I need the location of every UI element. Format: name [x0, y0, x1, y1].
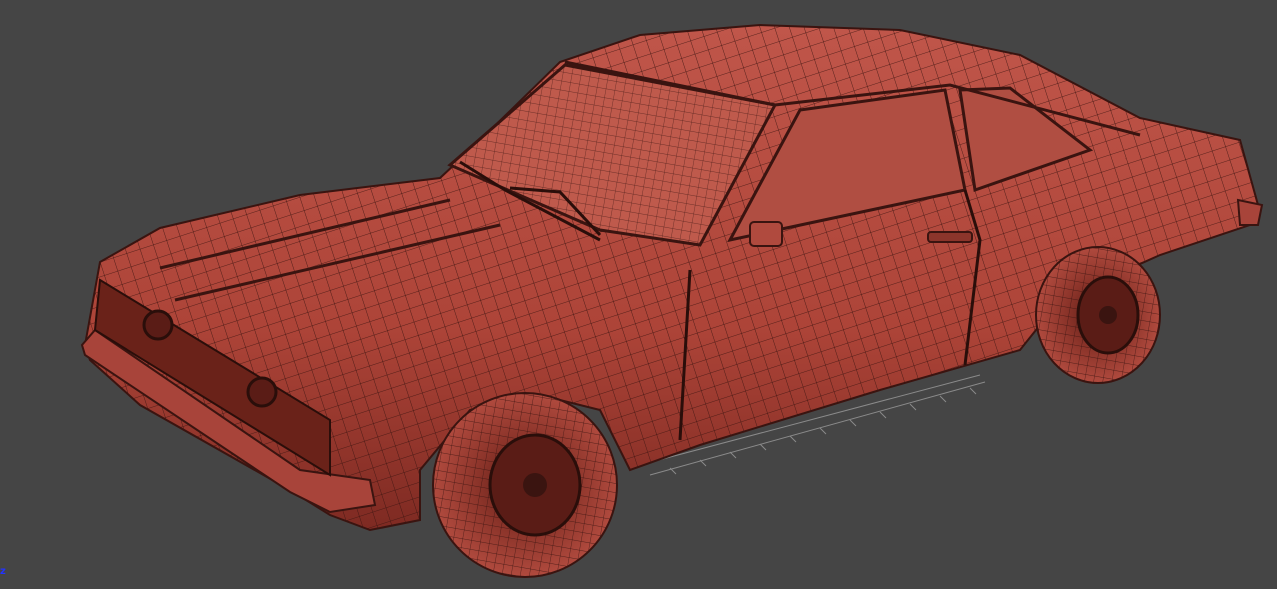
- rear-bumper: [1236, 198, 1264, 226]
- car-model-render[interactable]: [0, 0, 1277, 589]
- axis-gizmo: z: [0, 566, 20, 586]
- headlight-left: [142, 309, 174, 341]
- rear-wheel: [1035, 246, 1161, 384]
- 3d-viewport[interactable]: z: [0, 0, 1277, 589]
- side-mirror: [749, 221, 783, 247]
- door-handle: [927, 231, 973, 243]
- front-wheel: [432, 392, 618, 578]
- headlight-right: [246, 376, 278, 408]
- axis-z-label: z: [0, 566, 6, 577]
